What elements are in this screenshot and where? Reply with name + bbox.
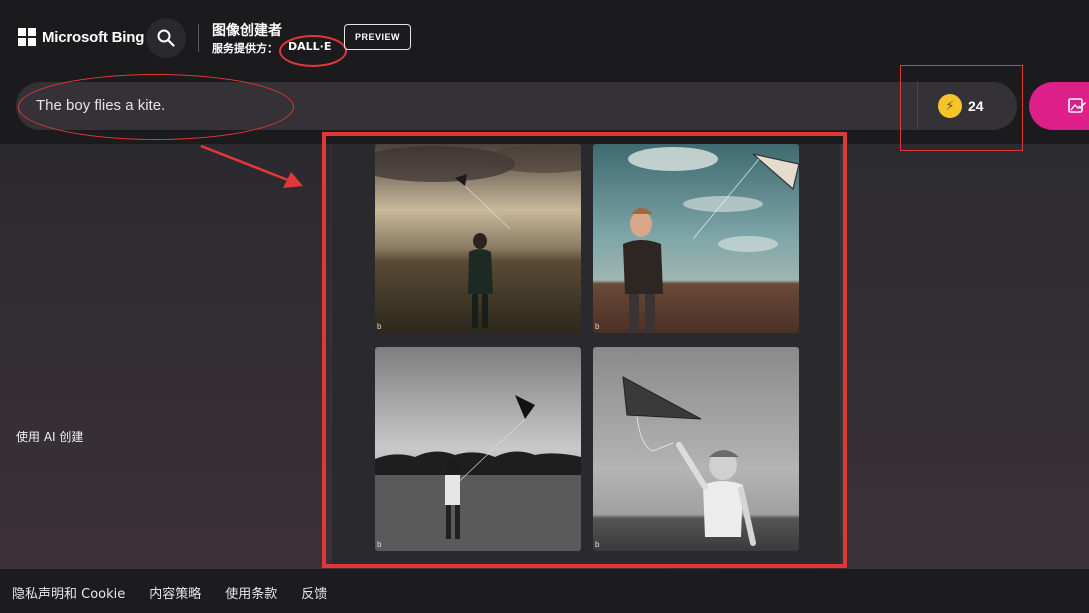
create-button[interactable]	[1029, 82, 1089, 130]
annotation-box-results	[322, 132, 847, 568]
annotation-arrow	[200, 144, 303, 188]
page-title: 图像创建者	[212, 23, 282, 39]
microsoft-logo-icon	[18, 28, 36, 46]
provider-label: 服务提供方：	[212, 42, 278, 55]
footer-link-terms[interactable]: 使用条款	[225, 583, 277, 602]
footer-links: 隐私声明和 Cookie 内容策略 使用条款 反馈	[12, 583, 327, 602]
annotation-ellipse-prompt	[18, 74, 294, 140]
create-image-icon	[1068, 98, 1086, 113]
footer-link-privacy[interactable]: 隐私声明和 Cookie	[12, 583, 125, 602]
right-background	[846, 144, 1089, 569]
left-background	[0, 144, 330, 569]
header-divider	[198, 24, 199, 52]
footer-link-feedback[interactable]: 反馈	[301, 583, 327, 602]
annotation-circle-dalle	[279, 35, 347, 67]
ai-create-label: 使用 AI 创建	[16, 430, 84, 444]
search-icon	[157, 29, 175, 47]
annotation-box-boosts	[900, 65, 1023, 151]
preview-badge[interactable]: PREVIEW	[344, 24, 411, 50]
search-button[interactable]	[146, 18, 186, 58]
bing-logo[interactable]: Microsoft Bing	[18, 28, 144, 46]
logo-text: Microsoft Bing	[42, 28, 145, 46]
footer-link-content-policy[interactable]: 内容策略	[149, 583, 201, 602]
